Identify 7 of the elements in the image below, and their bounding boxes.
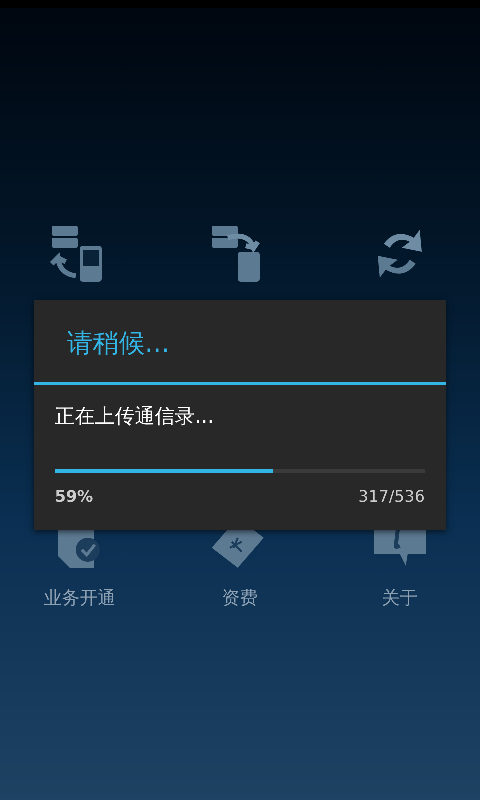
dialog-message: 正在上传通信录...: [54, 403, 216, 430]
progress-percent: 59%: [55, 487, 94, 506]
menu-label[interactable]: 资费: [222, 586, 258, 610]
dialog-title: 请稍候...: [66, 328, 171, 361]
menu-label[interactable]: 业务开通: [44, 586, 116, 610]
progress-count: 317/536: [358, 487, 425, 506]
menu-label[interactable]: 关于: [382, 586, 418, 610]
